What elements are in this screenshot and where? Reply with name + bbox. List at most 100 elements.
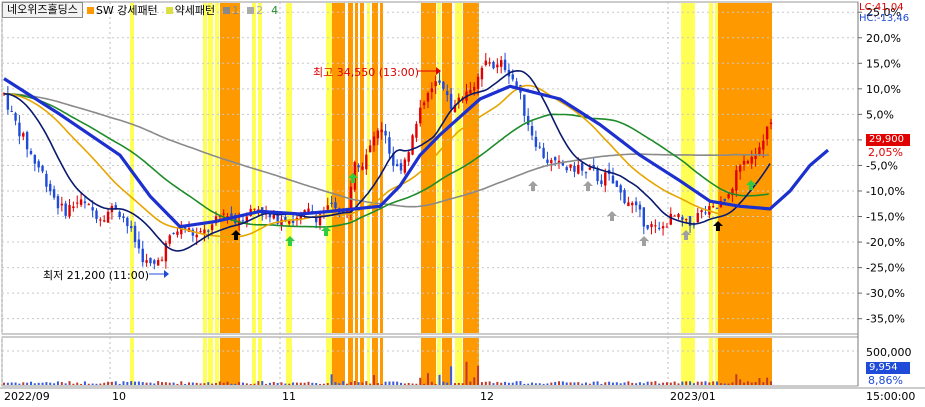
candle-body xyxy=(673,215,676,217)
volume-bar xyxy=(484,381,487,385)
volume-bar xyxy=(330,374,333,385)
volume-bar xyxy=(708,382,711,385)
candle-body xyxy=(10,111,13,113)
volume-bar xyxy=(592,381,595,385)
volume-bar xyxy=(596,381,599,385)
candle-body xyxy=(241,220,245,222)
volume-bar xyxy=(650,381,653,385)
candle-body xyxy=(523,94,526,116)
candle-body xyxy=(665,226,669,228)
candle-body xyxy=(530,126,534,136)
pattern-band-volume xyxy=(380,338,383,385)
price-axis-label: -10,0% xyxy=(866,185,905,198)
volume-bar xyxy=(346,383,349,385)
candle-body xyxy=(611,175,615,184)
pattern-band xyxy=(442,3,452,333)
volume-bar xyxy=(558,381,561,385)
volume-bar xyxy=(353,381,356,385)
volume-bar xyxy=(91,383,94,385)
candle-body xyxy=(22,133,25,137)
volume-bar xyxy=(473,377,476,385)
volume-bar xyxy=(276,383,279,385)
volume-bar xyxy=(507,382,510,385)
volume-bar xyxy=(176,383,179,385)
candle-body xyxy=(496,64,499,68)
price-axis-label: 20,0% xyxy=(866,32,901,45)
volume-bar xyxy=(584,382,587,385)
candle-body xyxy=(87,204,90,206)
volume-bar xyxy=(107,381,110,385)
candle-body xyxy=(750,156,753,164)
volume-bar xyxy=(261,381,264,385)
volume-bar xyxy=(122,381,125,385)
legend-item-weak: 약세패턴 xyxy=(165,2,215,18)
pattern-band xyxy=(332,3,345,333)
volume-bar xyxy=(315,383,318,385)
volume-bar xyxy=(365,381,368,385)
volume-bar xyxy=(442,381,445,385)
volume-bar xyxy=(114,381,117,385)
candle-body xyxy=(515,81,518,87)
candle-body xyxy=(37,161,40,168)
candle-body xyxy=(704,212,707,214)
volume-bar xyxy=(723,383,726,385)
pattern-band-volume xyxy=(709,338,713,385)
candle-body xyxy=(654,225,657,227)
volume-bar xyxy=(638,382,641,385)
volume-bar xyxy=(696,381,699,385)
volume-bar xyxy=(64,383,67,385)
volume-bar xyxy=(14,382,17,385)
volume-bar xyxy=(411,383,414,385)
candle-body xyxy=(56,196,60,209)
volume-bar xyxy=(299,382,302,385)
volume-bar xyxy=(22,382,25,385)
volume-bar xyxy=(376,382,379,385)
candle-body xyxy=(580,162,584,171)
candle-body xyxy=(25,132,29,150)
candle-body xyxy=(715,207,719,209)
candle-body xyxy=(199,231,202,233)
volume-bar xyxy=(87,383,90,385)
stock-chart-window[interactable]: 25,0%20,0%15,0%10,0%5,0%0,0%-5,0%-10,0%-… xyxy=(0,0,925,407)
candle-body xyxy=(696,213,699,223)
price-axis-label: 5,0% xyxy=(866,108,894,121)
volume-bar xyxy=(45,382,48,385)
price-axis-label: 10,0% xyxy=(866,83,901,96)
candle-body xyxy=(133,225,137,243)
candle-body xyxy=(738,165,742,172)
pattern-band xyxy=(718,3,772,333)
volume-bar xyxy=(538,383,541,385)
candle-body xyxy=(129,226,133,229)
volume-bar xyxy=(49,382,52,385)
volume-bar xyxy=(207,382,210,385)
volume-bar xyxy=(211,383,214,385)
volume-bar xyxy=(157,381,160,385)
candle-body xyxy=(604,172,607,186)
candle-body xyxy=(291,220,295,224)
candle-body xyxy=(41,165,44,172)
volume-bar xyxy=(95,383,98,385)
candle-body xyxy=(488,62,491,64)
candle-body xyxy=(380,129,383,133)
volume-bar xyxy=(29,381,32,385)
low-annotation: 최저 21,200 (11:00) xyxy=(43,269,150,282)
stock-name-box[interactable]: 네오위즈홀딩스 xyxy=(2,2,83,18)
candle-body xyxy=(326,205,329,210)
legend-item-4: 4 xyxy=(271,4,278,17)
volume-bar xyxy=(692,383,695,385)
volume-bar xyxy=(226,381,229,385)
volume-bar xyxy=(99,383,102,385)
volume-bar xyxy=(554,381,557,385)
volume-bar xyxy=(10,382,13,385)
chart-canvas[interactable]: 25,0%20,0%15,0%10,0%5,0%0,0%-5,0%-10,0%-… xyxy=(0,0,925,407)
candle-body xyxy=(141,248,144,263)
volume-bar xyxy=(646,381,649,385)
pattern-band xyxy=(709,3,713,333)
pattern-band xyxy=(372,3,378,333)
volume-bar xyxy=(130,381,133,385)
volume-bar xyxy=(203,383,206,385)
price-axis-label: 15,0% xyxy=(866,57,901,70)
candle-body xyxy=(361,166,364,170)
volume-bar xyxy=(407,382,410,385)
volume-bar xyxy=(342,381,345,385)
